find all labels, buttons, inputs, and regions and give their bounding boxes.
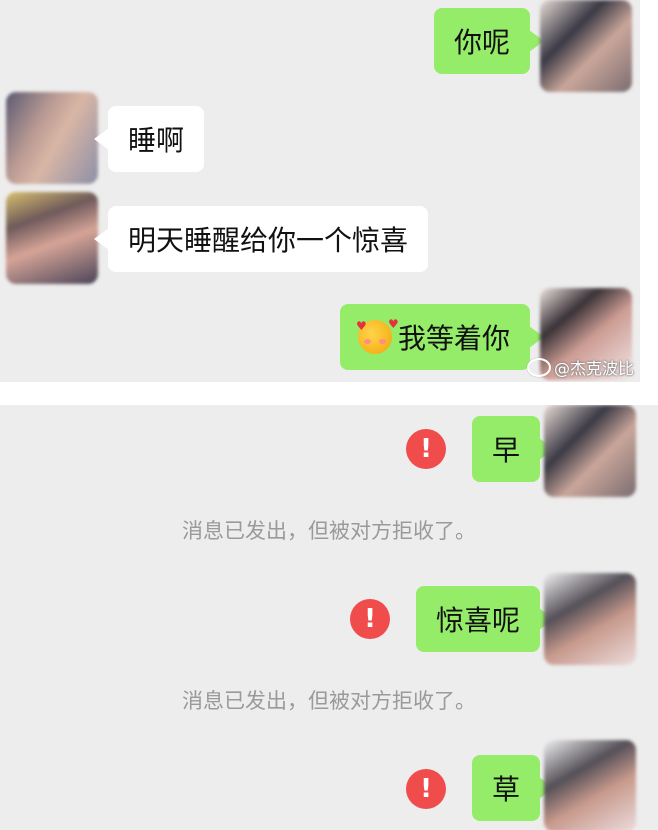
avatar-self[interactable] [544,573,636,665]
chat-panel-top: 你呢 睡啊 明天睡醒给你一个惊喜 ♥ ♥ 我等着你 @杰克波比 [0,0,640,382]
message-text: 惊喜呢 [435,604,520,637]
avatar-contact[interactable] [6,92,98,184]
system-notice: 消息已发出，但被对方拒收了。 [182,689,476,713]
message-text: 睡啊 [128,124,185,157]
message-text: 明天睡醒给你一个惊喜 [128,224,409,257]
avatar-self[interactable] [540,0,632,92]
message-bubble-sent[interactable]: ♥ ♥ 我等着你 [339,304,545,370]
message-text: 你呢 [453,26,510,59]
message-text: 早 [491,434,520,467]
heart-icon: ♥ [355,319,367,333]
message-text: 草 [491,773,520,806]
message-bubble-sent[interactable]: 早 [471,416,555,482]
send-failed-icon[interactable]: ! [350,599,390,639]
message-bubble-sent[interactable]: 草 [471,755,555,821]
watermark-text: @杰克波比 [553,359,634,378]
message-bubble-sent[interactable]: 惊喜呢 [415,586,555,652]
avatar-contact[interactable] [6,192,98,284]
message-bubble-received[interactable]: 明天睡醒给你一个惊喜 [93,206,429,272]
heart-icon: ♥ [387,317,399,331]
send-failed-icon[interactable]: ! [406,769,446,809]
message-text: 我等着你 [397,322,510,355]
avatar-self[interactable] [544,740,636,830]
system-notice: 消息已发出，但被对方拒收了。 [182,519,476,543]
avatar-self[interactable] [544,405,636,497]
weibo-logo-icon [526,357,551,377]
chat-panel-bottom: ! 早 消息已发出，但被对方拒收了。 ! 惊喜呢 消息已发出，但被对方拒收了。 … [0,405,658,830]
message-bubble-sent[interactable]: 你呢 [433,8,545,74]
send-failed-icon[interactable]: ! [406,429,446,469]
watermark: @杰克波比 [526,355,634,379]
message-bubble-received[interactable]: 睡啊 [93,106,205,172]
